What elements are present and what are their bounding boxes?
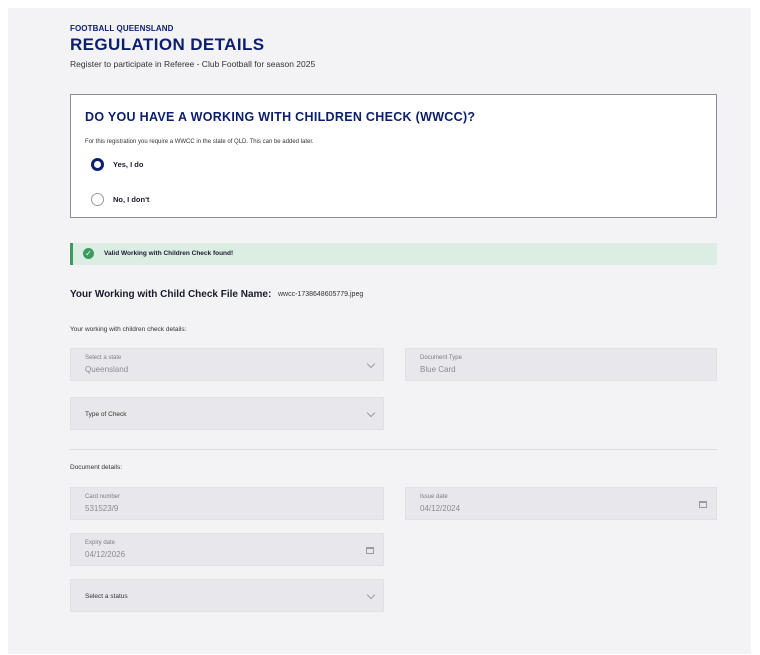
document-type-label: Document Type — [420, 355, 462, 361]
state-select-label: Select a state — [85, 355, 122, 361]
card-number-value: 531523/9 — [85, 504, 119, 513]
issue-date-value: 04/12/2024 — [420, 504, 461, 513]
check-circle-icon: ✓ — [83, 248, 94, 259]
radio-selected-icon[interactable] — [91, 158, 104, 171]
document-details-label: Document details: — [70, 464, 123, 471]
radio-option-yes-label: Yes, I do — [113, 160, 144, 169]
wwcc-question-card: DO YOU HAVE A WORKING WITH CHILDREN CHEC… — [70, 94, 717, 218]
success-banner: ✓ Valid Working with Children Check foun… — [70, 243, 717, 265]
wwcc-details-label: Your working with children check details… — [70, 326, 187, 333]
card-number-label: Card number — [85, 494, 121, 500]
issue-date-field[interactable]: Issue date 04/12/2024 — [405, 487, 717, 520]
radio-unselected-icon[interactable] — [91, 193, 104, 206]
document-type-field[interactable]: Document Type Blue Card — [405, 348, 717, 381]
document-type-value: Blue Card — [420, 365, 456, 374]
calendar-icon[interactable] — [366, 547, 374, 554]
type-of-check-select[interactable]: Type of Check — [70, 397, 384, 430]
file-name-value: wwcc-1738648605779.jpeg — [278, 291, 364, 298]
state-select[interactable]: Select a state Queensland — [70, 348, 384, 381]
radio-option-no-label: No, I don't — [113, 195, 150, 204]
file-name-label: Your Working with Child Check File Name: — [70, 289, 272, 300]
page-title: REGULATION DETAILS — [70, 35, 265, 54]
radio-option-no[interactable]: No, I don't — [91, 193, 149, 206]
calendar-icon[interactable] — [699, 501, 707, 508]
state-select-value: Queensland — [85, 365, 129, 374]
chevron-down-icon — [366, 408, 376, 418]
org-name: FOOTBALL QUEENSLAND — [70, 24, 174, 33]
chevron-down-icon — [366, 590, 376, 600]
status-select-placeholder: Select a status — [85, 593, 128, 600]
expiry-date-field[interactable]: Expiry date 04/12/2026 — [70, 533, 384, 566]
page-subtitle: Register to participate in Referee - Clu… — [70, 59, 316, 69]
expiry-date-value: 04/12/2026 — [85, 550, 126, 559]
issue-date-label: Issue date — [420, 494, 448, 500]
card-number-field[interactable]: Card number 531523/9 — [70, 487, 384, 520]
success-message: Valid Working with Children Check found! — [104, 250, 234, 257]
status-select[interactable]: Select a status — [70, 579, 384, 612]
wwcc-question-title: DO YOU HAVE A WORKING WITH CHILDREN CHEC… — [85, 110, 476, 124]
wwcc-question-description: For this registration you require a WWCC… — [85, 139, 314, 145]
radio-option-yes[interactable]: Yes, I do — [91, 158, 143, 171]
chevron-down-icon — [366, 359, 376, 369]
registration-page: FOOTBALL QUEENSLAND REGULATION DETAILS R… — [8, 8, 751, 654]
section-divider — [70, 449, 717, 450]
expiry-date-label: Expiry date — [85, 540, 116, 546]
type-of-check-placeholder: Type of Check — [85, 411, 127, 418]
